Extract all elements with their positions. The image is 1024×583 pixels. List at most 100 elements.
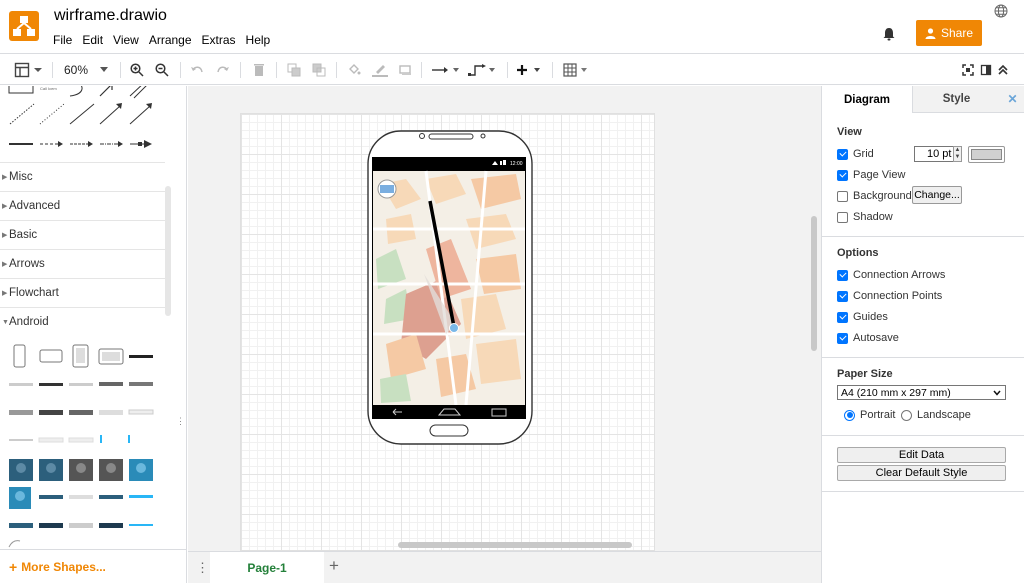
connection-arrows-checkbox[interactable] [837,269,848,281]
canvas-vertical-scrollbar[interactable] [811,216,817,351]
category-android[interactable]: ▼ Android [0,307,165,336]
zoom-in-icon[interactable] [129,61,145,79]
tab-diagram[interactable]: Diagram [822,86,912,113]
grid-checkbox[interactable] [837,148,848,160]
clear-default-style-button[interactable]: Clear Default Style [837,465,1006,481]
close-icon[interactable]: ✕ [1000,86,1024,113]
grid-size-stepper[interactable]: ▲ ▼ [953,146,962,162]
android-phone-shape[interactable]: 12:00 [366,129,536,445]
more-shapes-label: More Shapes... [21,559,106,574]
add-page-icon[interactable]: + [329,556,339,576]
user-icon [925,27,936,39]
menu-bar: File Edit View Arrange Extras Help [48,32,275,48]
table-icon[interactable] [563,61,591,79]
change-background-button[interactable]: Change... [912,186,962,204]
menu-arrange[interactable]: Arrange [144,32,197,48]
share-button[interactable]: Share [916,20,982,46]
shadow-icon[interactable] [397,61,413,79]
grid-checkbox-row[interactable]: Grid [837,148,874,160]
options-heading: Options [837,247,879,259]
insert-plus-icon[interactable] [516,61,544,79]
category-basic-label: Basic [9,229,38,241]
menu-edit[interactable]: Edit [77,32,108,48]
category-basic[interactable]: ▶ Basic [0,220,165,249]
format-panel-toggle-button[interactable] [14,61,44,79]
more-shapes-button[interactable]: + More Shapes... [0,549,186,583]
landscape-radio-row[interactable]: Landscape [901,409,971,421]
drawio-app: wirframe.drawio File Edit View Arrange E… [0,0,1024,583]
divider [822,236,1024,237]
fullscreen-icon[interactable] [961,61,975,79]
tab-style[interactable]: Style [912,86,1000,113]
category-arrows[interactable]: ▶ Arrows [0,249,165,278]
portrait-radio-row[interactable]: Portrait [844,409,895,421]
waypoints-icon[interactable] [468,61,498,79]
undo-icon[interactable] [189,61,205,79]
android-shapes-palette[interactable] [0,337,165,550]
document-title[interactable]: wirframe.drawio [54,7,167,25]
connection-points-checkbox[interactable] [837,290,848,302]
category-misc[interactable]: ▶ Misc [0,162,165,191]
format-panel: Diagram Style ✕ View Grid 10 pt ▲ ▼ Page … [821,86,1024,583]
menu-help[interactable]: Help [241,32,276,48]
redo-icon[interactable] [215,61,231,79]
general-shapes-palette[interactable]: Call Icem [0,86,165,156]
grid-label: Grid [853,148,874,160]
shadow-checkbox[interactable] [837,211,848,223]
globe-icon[interactable] [994,4,1008,18]
drawio-logo-icon[interactable] [9,11,39,41]
shapes-panel: Call Icem ▶ Misc ▶ Advanced ▶ Basic ▶ Arrows… [0,86,187,583]
guides-row[interactable]: Guides [837,311,888,323]
notification-bell-icon[interactable] [881,26,897,42]
autosave-checkbox[interactable] [837,332,848,344]
shapes-scrollbar[interactable] [165,186,171,316]
diagram-canvas[interactable]: 12:00 [188,86,821,551]
tab-page-1[interactable]: Page-1 [210,552,324,583]
line-color-icon[interactable] [371,61,389,79]
panel-resize-handle[interactable]: ⋮ [176,416,185,428]
category-advanced[interactable]: ▶ Advanced [0,191,165,220]
to-back-icon[interactable] [311,61,327,79]
zoom-value: 60% [64,63,89,77]
category-flowchart[interactable]: ▶ Flowchart [0,278,165,307]
zoom-dropdown[interactable]: 60% [58,61,110,79]
to-front-icon[interactable] [286,61,302,79]
paper-size-select[interactable]: A4 (210 mm x 297 mm) [837,385,1006,400]
page-view-checkbox[interactable] [837,169,848,181]
category-flowchart-label: Flowchart [9,287,59,299]
grid-color-button[interactable] [968,146,1005,163]
header: wirframe.drawio File Edit View Arrange E… [0,0,1024,54]
delete-icon[interactable] [251,61,267,79]
edit-data-button[interactable]: Edit Data [837,447,1006,463]
guides-checkbox[interactable] [837,311,848,323]
guides-label: Guides [853,311,888,323]
autosave-row[interactable]: Autosave [837,332,899,344]
share-label: Share [940,26,974,40]
shadow-checkbox-row[interactable]: Shadow [837,211,893,223]
connection-arrows-label: Connection Arrows [853,269,946,281]
menu-extras[interactable]: Extras [197,32,241,48]
paper-size-value: A4 (210 mm x 297 mm) [841,386,951,399]
grid-size-input[interactable]: 10 pt [914,146,954,162]
page-view-checkbox-row[interactable]: Page View [837,169,905,181]
menu-view[interactable]: View [108,32,144,48]
menu-file[interactable]: File [48,32,77,48]
pages-menu-icon[interactable]: ⋮ [196,560,209,576]
fill-color-icon[interactable] [346,61,362,79]
collapse-up-icon[interactable] [996,61,1010,79]
canvas-horizontal-scrollbar[interactable] [398,542,632,548]
home-button[interactable] [429,424,469,437]
connection-points-row[interactable]: Connection Points [837,290,942,302]
connection-style-icon[interactable] [431,61,461,79]
background-checkbox-row[interactable]: Background [837,190,912,202]
background-checkbox[interactable] [837,190,848,202]
zoom-out-icon[interactable] [154,61,170,79]
divider [822,491,1024,492]
connection-arrows-row[interactable]: Connection Arrows [837,269,945,281]
category-advanced-label: Advanced [9,200,61,212]
landscape-radio[interactable] [901,409,912,421]
panel-toggle-icon[interactable] [979,61,993,79]
map-view[interactable] [373,170,525,406]
page-tab-bar: ⋮ Page-1 + [188,551,821,583]
portrait-radio[interactable] [844,409,855,421]
